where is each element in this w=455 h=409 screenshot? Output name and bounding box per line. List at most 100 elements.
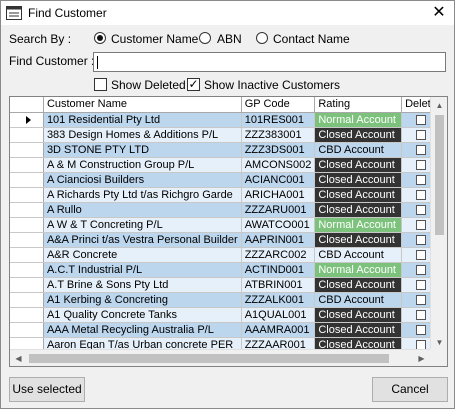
cell-customer-name[interactable]: A Cianciosi Builders xyxy=(43,172,242,188)
table-row[interactable]: A Richards Pty Ltd t/as Richgro Garde ARI… xyxy=(10,187,447,203)
cell-customer-name[interactable]: A1 Quality Concrete Tanks xyxy=(43,307,242,323)
cell-customer-name[interactable]: A1 Kerbing & Concreting xyxy=(43,292,242,308)
cell-gp-code[interactable]: ZZZALK001 xyxy=(241,292,316,308)
cell-customer-name[interactable]: A W & T Concreting P/L xyxy=(43,217,242,233)
row-indicator[interactable] xyxy=(10,292,44,308)
cell-gp-code[interactable]: ARICHA001 xyxy=(241,187,316,203)
column-header-customer-name[interactable]: Customer Name xyxy=(43,97,242,113)
cell-rating[interactable]: CBD Account xyxy=(314,247,403,263)
cell-gp-code[interactable]: ZZZ383001 xyxy=(241,127,316,143)
cell-gp-code[interactable]: ZZZARC002 xyxy=(241,247,316,263)
row-indicator[interactable] xyxy=(10,127,44,143)
cell-rating[interactable]: Normal Account xyxy=(314,217,403,233)
cell-customer-name[interactable]: A&R Concrete xyxy=(43,247,242,263)
horizontal-scrollbar[interactable]: ◀ ▶ xyxy=(10,349,430,366)
close-icon[interactable]: ✕ xyxy=(428,3,450,23)
table-row[interactable]: AAA Metal Recycling Australia P/L AAAMRA0… xyxy=(10,322,447,338)
row-indicator[interactable] xyxy=(10,262,44,278)
table-row[interactable]: 3D STONE PTY LTD ZZZ3DS001 CBD Account xyxy=(10,142,447,158)
table-row[interactable]: A Rullo ZZZARU001 Closed Account xyxy=(10,202,447,218)
deleted-checkbox[interactable] xyxy=(416,189,427,200)
use-selected-button[interactable]: Use selected xyxy=(9,377,85,402)
deleted-checkbox[interactable] xyxy=(416,279,427,290)
row-indicator[interactable] xyxy=(10,217,44,233)
show-inactive-checkbox[interactable]: ✓ xyxy=(187,78,200,91)
row-indicator[interactable] xyxy=(10,247,44,263)
table-row[interactable]: 383 Design Homes & Additions P/L ZZZ38300… xyxy=(10,127,447,143)
deleted-checkbox[interactable] xyxy=(416,174,427,185)
deleted-checkbox[interactable] xyxy=(416,159,427,170)
cell-customer-name[interactable]: A Rullo xyxy=(43,202,242,218)
vertical-scrollbar[interactable]: ▲ ▼ xyxy=(430,97,447,351)
deleted-checkbox[interactable] xyxy=(416,144,427,155)
deleted-checkbox[interactable] xyxy=(416,324,427,335)
cell-rating[interactable]: Closed Account xyxy=(314,202,403,218)
table-row[interactable]: A Cianciosi Builders ACIANC001 Closed Acco… xyxy=(10,172,447,188)
deleted-checkbox[interactable] xyxy=(416,204,427,215)
cell-gp-code[interactable]: A1QUAL001 xyxy=(241,307,316,323)
deleted-checkbox[interactable] xyxy=(416,294,427,305)
radio-customer-name-label[interactable]: Customer Name xyxy=(111,32,198,46)
cell-customer-name[interactable]: A Richards Pty Ltd t/as Richgro Garde xyxy=(43,187,242,203)
deleted-checkbox[interactable] xyxy=(416,249,427,260)
cell-gp-code[interactable]: AMCONS002 xyxy=(241,157,316,173)
cell-rating[interactable]: Closed Account xyxy=(314,187,403,203)
show-deleted-checkbox[interactable] xyxy=(94,78,107,91)
show-inactive-label[interactable]: Show Inactive Customers xyxy=(204,78,340,92)
radio-customer-name[interactable] xyxy=(94,32,106,44)
deleted-checkbox[interactable] xyxy=(416,114,427,125)
scroll-left-icon[interactable]: ◀ xyxy=(10,350,27,366)
cell-customer-name[interactable]: A.T Brine & Sons Pty Ltd xyxy=(43,277,242,293)
row-indicator[interactable] xyxy=(10,232,44,248)
row-indicator[interactable] xyxy=(10,112,44,128)
deleted-checkbox[interactable] xyxy=(416,234,427,245)
cell-rating[interactable]: Closed Account xyxy=(314,172,403,188)
cell-rating[interactable]: Normal Account xyxy=(314,112,403,128)
cell-rating[interactable]: Normal Account xyxy=(314,262,403,278)
cell-customer-name[interactable]: AAA Metal Recycling Australia P/L xyxy=(43,322,242,338)
deleted-checkbox[interactable] xyxy=(416,129,427,140)
row-indicator[interactable] xyxy=(10,142,44,158)
cell-gp-code[interactable]: AWATCO001 xyxy=(241,217,316,233)
cell-rating[interactable]: Closed Account xyxy=(314,127,403,143)
table-row[interactable]: A W & T Concreting P/L AWATCO001 Normal Ac… xyxy=(10,217,447,233)
column-header-gp-code[interactable]: GP Code xyxy=(241,97,316,113)
cell-gp-code[interactable]: ZZZARU001 xyxy=(241,202,316,218)
scroll-right-icon[interactable]: ▶ xyxy=(413,350,430,366)
table-row[interactable]: 101 Residential Pty Ltd 101RES001 Normal A… xyxy=(10,112,447,128)
table-row[interactable]: A & M Construction Group P/L AMCONS002 Clo… xyxy=(10,157,447,173)
table-row[interactable]: A&A Princi t/as Vestra Personal Builder A… xyxy=(10,232,447,248)
row-indicator[interactable] xyxy=(10,322,44,338)
vertical-scroll-thumb[interactable] xyxy=(435,115,444,235)
cell-gp-code[interactable]: ACIANC001 xyxy=(241,172,316,188)
cell-gp-code[interactable]: ACTIND001 xyxy=(241,262,316,278)
cell-customer-name[interactable]: A & M Construction Group P/L xyxy=(43,157,242,173)
show-deleted-label[interactable]: Show Deleted xyxy=(111,78,186,92)
cell-rating[interactable]: Closed Account xyxy=(314,307,403,323)
cell-rating[interactable]: CBD Account xyxy=(314,142,403,158)
table-row[interactable]: A.C.T Industrial P/L ACTIND001 Normal Acco… xyxy=(10,262,447,278)
radio-abn[interactable] xyxy=(199,32,211,44)
row-indicator[interactable] xyxy=(10,172,44,188)
cell-gp-code[interactable]: ATBRIN001 xyxy=(241,277,316,293)
cell-rating[interactable]: Closed Account xyxy=(314,277,403,293)
cell-customer-name[interactable]: 101 Residential Pty Ltd xyxy=(43,112,242,128)
radio-contact-name[interactable] xyxy=(256,32,268,44)
deleted-checkbox[interactable] xyxy=(416,339,427,350)
table-row[interactable]: A&R Concrete ZZZARC002 CBD Account xyxy=(10,247,447,263)
table-row[interactable]: A1 Quality Concrete Tanks A1QUAL001 Closed… xyxy=(10,307,447,323)
row-indicator[interactable] xyxy=(10,277,44,293)
deleted-checkbox[interactable] xyxy=(416,219,427,230)
row-indicator[interactable] xyxy=(10,187,44,203)
cell-customer-name[interactable]: A&A Princi t/as Vestra Personal Builder xyxy=(43,232,242,248)
cell-rating[interactable]: Closed Account xyxy=(314,232,403,248)
cell-gp-code[interactable]: ZZZ3DS001 xyxy=(241,142,316,158)
cell-gp-code[interactable]: AAPRIN001 xyxy=(241,232,316,248)
cancel-button[interactable]: Cancel xyxy=(372,377,448,402)
scroll-up-icon[interactable]: ▲ xyxy=(431,97,447,114)
cell-rating[interactable]: Closed Account xyxy=(314,322,403,338)
column-header-rating[interactable]: Rating xyxy=(314,97,403,113)
customer-grid[interactable]: Customer Name GP Code Rating Deleted 101… xyxy=(9,96,448,367)
cell-customer-name[interactable]: 383 Design Homes & Additions P/L xyxy=(43,127,242,143)
table-row[interactable]: A.T Brine & Sons Pty Ltd ATBRIN001 Closed … xyxy=(10,277,447,293)
